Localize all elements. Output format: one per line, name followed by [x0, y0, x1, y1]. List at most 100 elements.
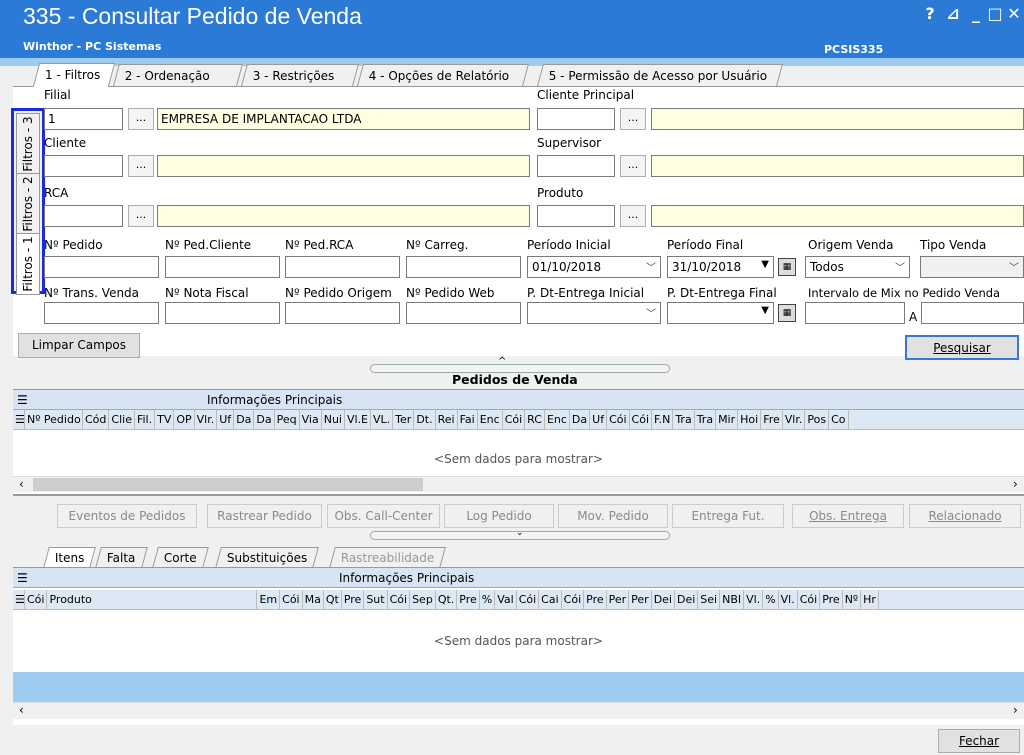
side-tab-filtros-2[interactable]: Filtros - 2: [16, 173, 40, 235]
maximize-icon[interactable]: □: [985, 4, 1005, 24]
column-header[interactable]: Pre: [584, 590, 607, 609]
column-header[interactable]: Nº: [843, 590, 862, 609]
num-pedido-field[interactable]: [44, 256, 159, 278]
cliente-code-field[interactable]: [44, 155, 123, 177]
column-header[interactable]: Co: [829, 410, 849, 429]
calendar-icon[interactable]: ▦: [778, 258, 796, 276]
log-pedido-button[interactable]: Log Pedido: [444, 504, 554, 528]
column-header[interactable]: Hr: [861, 590, 879, 609]
tab-substituicoes[interactable]: Substituições: [215, 547, 320, 568]
tab-falta[interactable]: Falta: [95, 547, 148, 568]
obs-call-center-button[interactable]: Obs. Call-Center: [327, 504, 440, 528]
grid-menu-icon[interactable]: ☰: [13, 410, 25, 429]
column-header[interactable]: Da: [570, 410, 591, 429]
column-header[interactable]: Cói: [517, 590, 540, 609]
column-header[interactable]: Cói: [607, 410, 630, 429]
column-header[interactable]: Pre: [457, 590, 480, 609]
column-header[interactable]: Peq: [275, 410, 300, 429]
scroll-left-icon[interactable]: ‹: [19, 477, 24, 491]
column-header[interactable]: Cói: [630, 410, 653, 429]
column-header[interactable]: Cói: [388, 590, 411, 609]
tipo-venda-select[interactable]: ﹀: [920, 256, 1024, 278]
column-header[interactable]: Da: [254, 410, 275, 429]
column-header[interactable]: %: [763, 590, 779, 609]
column-header[interactable]: Pos: [805, 410, 830, 429]
column-header[interactable]: Qt.: [436, 590, 458, 609]
column-header[interactable]: Nº Pedido: [25, 410, 83, 429]
column-header[interactable]: Dei: [675, 590, 699, 609]
tab-permissao-acesso[interactable]: 5 - Permissão de Acesso por Usuário: [537, 64, 783, 86]
tab-restricoes[interactable]: 3 - Restrições: [241, 64, 359, 86]
side-tab-filtros-1[interactable]: Filtros - 1: [16, 233, 40, 295]
tab-rastreabilidade[interactable]: Rastreabilidade: [329, 547, 447, 568]
column-header[interactable]: Enc: [478, 410, 503, 429]
column-header[interactable]: Tra: [695, 410, 717, 429]
column-header[interactable]: Fai: [458, 410, 478, 429]
column-header[interactable]: Hoi: [738, 410, 762, 429]
scroll-right-icon[interactable]: ›: [1013, 703, 1018, 717]
cliente-principal-name-field[interactable]: [651, 108, 1024, 130]
column-header[interactable]: Vl.E: [345, 410, 372, 429]
column-header[interactable]: Cai: [539, 590, 562, 609]
column-header[interactable]: %: [480, 590, 496, 609]
column-header[interactable]: Dei: [652, 590, 675, 609]
grid-menu-icon[interactable]: ☰: [13, 590, 25, 609]
mov-pedido-button[interactable]: Mov. Pedido: [558, 504, 668, 528]
filial-name-field[interactable]: EMPRESA DE IMPLANTACAO LTDA: [157, 108, 530, 130]
column-header[interactable]: Cói: [562, 590, 585, 609]
grid-menu-icon[interactable]: ☰: [17, 571, 28, 585]
restore-icon[interactable]: ⊿: [943, 4, 963, 24]
tab-itens[interactable]: Itens: [43, 547, 97, 568]
cliente-principal-lookup-button[interactable]: ...: [620, 108, 646, 130]
entrega-fut-button[interactable]: Entrega Fut.: [672, 504, 784, 528]
fechar-button[interactable]: Fechar: [938, 729, 1020, 753]
scroll-thumb[interactable]: [33, 478, 423, 491]
num-ped-rca-field[interactable]: [285, 256, 400, 278]
cliente-lookup-button[interactable]: ...: [128, 155, 154, 177]
column-header[interactable]: Per: [607, 590, 630, 609]
supervisor-name-field[interactable]: [651, 155, 1024, 177]
origem-venda-select[interactable]: Todos ﹀: [805, 256, 910, 278]
column-header[interactable]: Em: [257, 590, 281, 609]
column-header[interactable]: Mir: [716, 410, 739, 429]
relacionado-button[interactable]: Relacionado: [909, 504, 1021, 528]
column-header[interactable]: Sut: [364, 590, 388, 609]
tab-opcoes-relatorio[interactable]: 4 - Opções de Relatório: [357, 64, 529, 86]
obs-entrega-button[interactable]: Obs. Entrega: [792, 504, 904, 528]
pesquisar-button[interactable]: Pesquisar: [905, 335, 1019, 360]
column-header[interactable]: NBI: [720, 590, 745, 609]
limpar-campos-button[interactable]: Limpar Campos: [18, 333, 140, 358]
column-header[interactable]: Da: [234, 410, 255, 429]
cliente-principal-code-field[interactable]: [537, 108, 615, 130]
scroll-left-icon[interactable]: ‹: [19, 703, 24, 717]
periodo-inicial-field[interactable]: 01/10/2018 ﹀: [527, 256, 661, 278]
produto-lookup-button[interactable]: ...: [620, 205, 646, 227]
produto-name-field[interactable]: [651, 205, 1024, 227]
column-header[interactable]: Vlr.: [783, 410, 806, 429]
rca-name-field[interactable]: [157, 205, 530, 227]
tab-filtros[interactable]: 1 - Filtros: [32, 63, 116, 87]
num-trans-venda-field[interactable]: [44, 302, 159, 324]
column-header[interactable]: Pre: [820, 590, 843, 609]
column-header[interactable]: Cói: [280, 590, 303, 609]
cliente-name-field[interactable]: [157, 155, 530, 177]
p-dt-entrega-inicial-field[interactable]: ﹀: [527, 302, 661, 324]
column-header[interactable]: Cói: [798, 590, 821, 609]
column-header[interactable]: Produto: [47, 590, 258, 609]
rca-lookup-button[interactable]: ...: [128, 205, 154, 227]
column-header[interactable]: Sep: [410, 590, 436, 609]
column-header[interactable]: Vl.: [744, 590, 764, 609]
column-header[interactable]: Cói: [503, 410, 526, 429]
num-nota-fiscal-field[interactable]: [165, 302, 280, 324]
num-ped-cliente-field[interactable]: [165, 256, 280, 278]
column-header[interactable]: Dt.: [414, 410, 436, 429]
column-header[interactable]: Fil.: [135, 410, 156, 429]
column-header[interactable]: TV: [155, 410, 175, 429]
column-header[interactable]: Uf: [217, 410, 235, 429]
column-header[interactable]: Clie: [109, 410, 135, 429]
intervalo-mix-end-field[interactable]: [921, 302, 1024, 324]
tab-ordenacao[interactable]: 2 - Ordenação: [113, 64, 243, 86]
eventos-pedidos-button[interactable]: Eventos de Pedidos: [57, 504, 197, 528]
filial-code-field[interactable]: 1: [44, 108, 123, 130]
side-tab-filtros-3[interactable]: Filtros - 3: [16, 113, 40, 175]
